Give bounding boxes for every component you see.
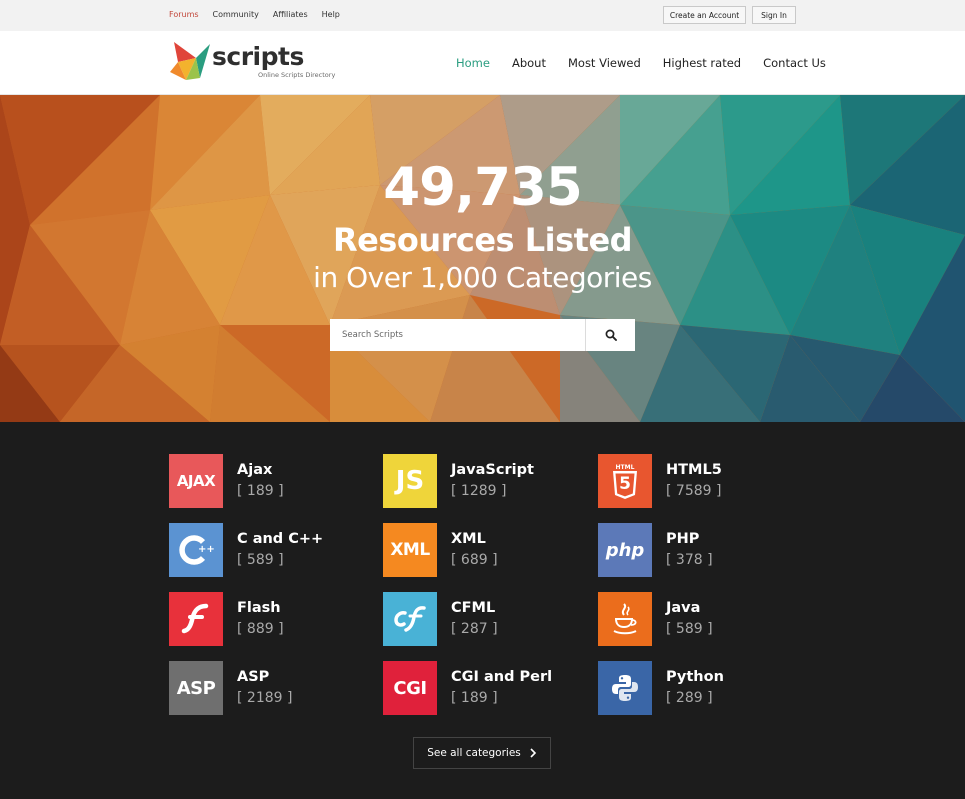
cfml-logo-icon xyxy=(394,606,426,632)
category-name[interactable]: CGI and Perl xyxy=(451,669,552,685)
hero-headline: Resources Listed xyxy=(332,221,633,259)
category-php[interactable]: php PHP [ 378 ] xyxy=(598,523,798,577)
category-name[interactable]: Python xyxy=(666,669,724,685)
logo-icon[interactable] xyxy=(170,42,210,80)
link-community[interactable]: Community xyxy=(213,10,259,19)
category-c-cpp[interactable]: ++ C and C++ [ 589 ] xyxy=(169,523,369,577)
logo-tagline: Online Scripts Directory xyxy=(258,71,336,79)
flash-logo-icon xyxy=(181,603,209,634)
cgi-tile-text: CGI xyxy=(393,677,427,699)
php-tile-text: php xyxy=(605,539,645,561)
category-cgi-perl[interactable]: CGI CGI and Perl [ 189 ] xyxy=(383,661,583,715)
ajax-icon[interactable]: AJAX xyxy=(169,454,223,508)
see-all-categories-button[interactable]: See all categories xyxy=(413,737,551,769)
cplusplus-icon[interactable]: ++ xyxy=(169,523,223,577)
see-all-label: See all categories xyxy=(427,747,521,759)
main-nav: Home About Most Viewed Highest rated Con… xyxy=(456,56,826,70)
hero-banner: 49,735 Resources Listed in Over 1,000 Ca… xyxy=(0,95,965,422)
utility-links: Forums Community Affiliates Help xyxy=(169,10,340,19)
xml-icon[interactable]: XML xyxy=(383,523,437,577)
link-help[interactable]: Help xyxy=(322,10,340,19)
resource-count: 49,735 xyxy=(383,157,583,218)
category-name[interactable]: JavaScript xyxy=(451,462,534,478)
nav-home[interactable]: Home xyxy=(456,56,490,70)
cplusplus-logo-icon: ++ xyxy=(176,533,216,567)
category-cfml[interactable]: CFML [ 287 ] xyxy=(383,592,583,646)
category-count: [ 889 ] xyxy=(237,621,284,637)
ajax-tile-text: AJAX xyxy=(176,472,216,490)
nav-most-viewed[interactable]: Most Viewed xyxy=(568,56,641,70)
nav-about[interactable]: About xyxy=(512,56,546,70)
flash-icon[interactable] xyxy=(169,592,223,646)
chevron-right-icon xyxy=(530,748,536,758)
xml-tile-text: XML xyxy=(390,540,430,560)
category-name[interactable]: CFML xyxy=(451,600,495,616)
category-name[interactable]: HTML5 xyxy=(666,462,722,478)
logo-text[interactable]: scripts xyxy=(212,42,304,71)
category-ajax[interactable]: AJAX Ajax [ 189 ] xyxy=(169,454,369,508)
asp-icon[interactable]: ASP xyxy=(169,661,223,715)
category-java[interactable]: Java [ 589 ] xyxy=(598,592,798,646)
search-box xyxy=(330,319,635,351)
category-count: [ 2189 ] xyxy=(237,690,293,706)
category-name[interactable]: Flash xyxy=(237,600,281,616)
cgi-icon[interactable]: CGI xyxy=(383,661,437,715)
category-xml[interactable]: XML XML [ 689 ] xyxy=(383,523,583,577)
php-icon[interactable]: php xyxy=(598,523,652,577)
hero-subheadline: in Over 1,000 Categories xyxy=(313,261,652,294)
cplusplus-tile-text: ++ xyxy=(198,544,215,555)
top-utility-bar: Forums Community Affiliates Help Create … xyxy=(0,0,965,31)
javascript-tile-text: JS xyxy=(395,466,425,496)
search-input[interactable] xyxy=(330,319,585,351)
nav-contact-us[interactable]: Contact Us xyxy=(763,56,826,70)
search-button[interactable] xyxy=(585,319,635,351)
java-icon[interactable] xyxy=(598,592,652,646)
python-logo-icon xyxy=(612,675,638,701)
category-name[interactable]: Java xyxy=(666,600,700,616)
javascript-icon[interactable]: JS xyxy=(383,454,437,508)
category-asp[interactable]: ASP ASP [ 2189 ] xyxy=(169,661,369,715)
category-count: [ 289 ] xyxy=(666,690,713,706)
category-name[interactable]: ASP xyxy=(237,669,269,685)
category-count: [ 1289 ] xyxy=(451,483,507,499)
site-header: scripts Online Scripts Directory Home Ab… xyxy=(0,31,965,95)
category-count: [ 189 ] xyxy=(237,483,284,499)
link-forums[interactable]: Forums xyxy=(169,10,199,19)
category-count: [ 589 ] xyxy=(237,552,284,568)
html5-shield-icon: 5 xyxy=(613,470,637,499)
sign-in-button[interactable]: Sign In xyxy=(752,6,796,24)
link-affiliates[interactable]: Affiliates xyxy=(273,10,308,19)
java-logo-icon xyxy=(613,603,637,635)
cfml-icon[interactable] xyxy=(383,592,437,646)
category-python[interactable]: Python [ 289 ] xyxy=(598,661,798,715)
category-name[interactable]: XML xyxy=(451,531,486,547)
nav-highest-rated[interactable]: Highest rated xyxy=(663,56,741,70)
category-count: [ 287 ] xyxy=(451,621,498,637)
category-count: [ 378 ] xyxy=(666,552,713,568)
category-count: [ 589 ] xyxy=(666,621,713,637)
category-name[interactable]: Ajax xyxy=(237,462,272,478)
search-icon xyxy=(605,329,617,341)
python-icon[interactable] xyxy=(598,661,652,715)
category-html5[interactable]: HTML 5 HTML5 [ 7589 ] xyxy=(598,454,798,508)
html5-tile-number: 5 xyxy=(619,473,631,494)
category-name[interactable]: PHP xyxy=(666,531,699,547)
category-count: [ 189 ] xyxy=(451,690,498,706)
category-flash[interactable]: Flash [ 889 ] xyxy=(169,592,369,646)
category-javascript[interactable]: JS JavaScript [ 1289 ] xyxy=(383,454,583,508)
html5-tile-word: HTML xyxy=(615,463,635,471)
category-name[interactable]: C and C++ xyxy=(237,531,323,547)
category-count: [ 689 ] xyxy=(451,552,498,568)
html5-icon[interactable]: HTML 5 xyxy=(598,454,652,508)
create-account-button[interactable]: Create an Account xyxy=(663,6,746,24)
category-count: [ 7589 ] xyxy=(666,483,722,499)
asp-tile-text: ASP xyxy=(176,677,216,699)
